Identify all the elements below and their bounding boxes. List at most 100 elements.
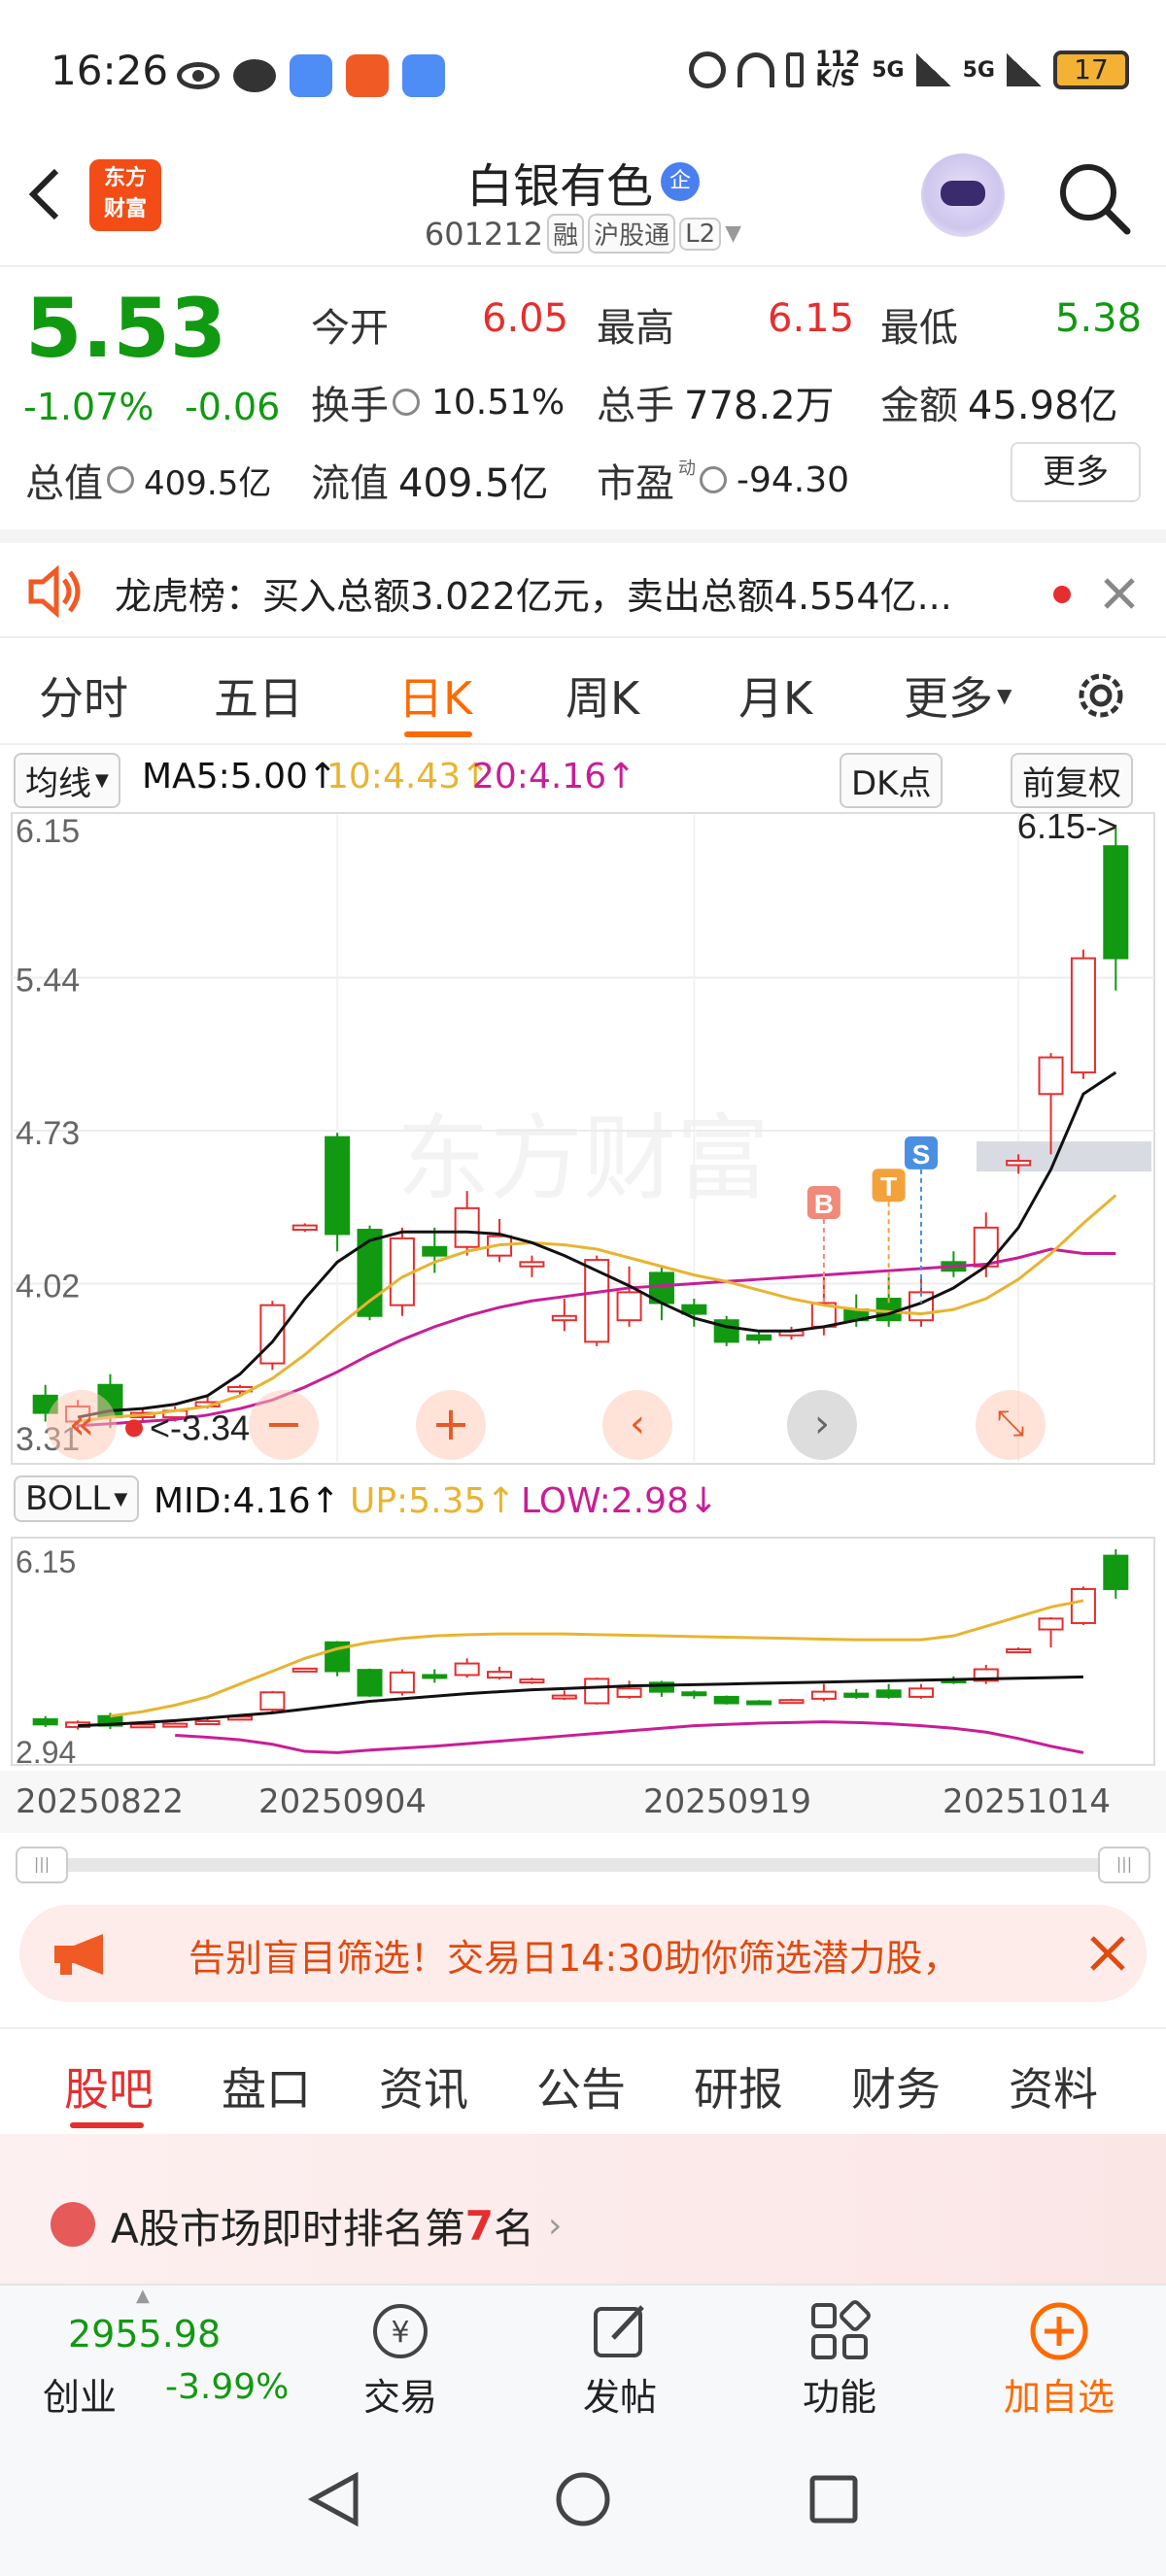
news-text[interactable]: 龙虎榜：买入总额3.022亿元，卖出总额4.554亿... (115, 566, 952, 620)
tab-forum[interactable]: 股吧 (64, 2054, 154, 2118)
functions-button[interactable]: 功能 (762, 2299, 917, 2421)
boll-chart-area[interactable]: 6.15 2.94 (0, 1534, 1166, 1771)
boll-candle-body (1070, 1587, 1096, 1624)
trade-label: 交易 (362, 2376, 437, 2419)
float-value: 409.5亿 (398, 461, 549, 506)
info-icon[interactable] (107, 466, 134, 493)
date-tick: 20251014 (943, 1782, 1112, 1821)
candle-body (454, 1206, 480, 1248)
ma-select[interactable]: 均线 ▼ (14, 753, 120, 808)
candle-body (1070, 957, 1096, 1074)
boll-candle-body (681, 1691, 707, 1697)
tab-intraday[interactable]: 分时 (39, 663, 128, 728)
nav-home-icon[interactable] (554, 2470, 612, 2528)
tab-announcements[interactable]: 公告 (536, 2054, 626, 2118)
search-icon (1060, 164, 1131, 235)
y-tick-label: 5.44 (16, 963, 80, 1000)
close-icon[interactable] (1088, 1934, 1127, 1973)
candle-body (325, 1135, 351, 1236)
k-chart-area[interactable]: 东方财富 6.15 5.44 4.73 4.02 3.31 6.15-> <-3.34 B T S… (0, 807, 1166, 1470)
nav-back-icon[interactable] (307, 2470, 361, 2528)
post-label: 发帖 (582, 2376, 657, 2419)
k-chart[interactable]: 东方财富 6.155.444.734.023.316.15-><-3.34BTS (0, 807, 1166, 1470)
chevron-right-button[interactable]: › (787, 1390, 857, 1460)
fullscreen-button[interactable]: ⤡ (976, 1390, 1046, 1460)
low-value: 5.38 (1055, 296, 1143, 341)
period-tabs: 分时 五日 日K 周K 月K 更多 ▼ (0, 638, 1166, 745)
dropdown-icon[interactable]: ▼ (725, 221, 741, 246)
promo-text: 告别盲目筛选！交易日14:30助你筛选潜力股， (189, 1937, 960, 1980)
index-change[interactable]: -3.99% (165, 2367, 289, 2407)
signal-5g-2: 5G (962, 57, 995, 83)
tab-more[interactable]: 更多 ▼ (904, 663, 1012, 728)
robot-assistant-icon[interactable] (921, 153, 1005, 237)
boll-y-tick-label: 6.15 (16, 1544, 76, 1579)
rank-text: A股市场即时排名第 7 名 › (111, 2196, 562, 2255)
boll-low: LOW:2.98↓ (521, 1481, 719, 1521)
yen-trade-icon: ¥ (373, 2304, 428, 2358)
scroll-handle-right[interactable]: ||| (1098, 1847, 1150, 1883)
boll-candle-body (810, 1690, 837, 1700)
index-name[interactable]: 创业 (43, 2367, 117, 2421)
scroll-track[interactable] (16, 1858, 1150, 1872)
tab-monthly-k[interactable]: 月K (738, 663, 812, 728)
net-speed: 112 K/S (815, 50, 860, 91)
mktcap-label: 总值 (25, 461, 103, 506)
volume-group: 总手 778.2万 (597, 374, 835, 430)
section-tabs: 股吧 盘口 资讯 公告 研报 财务 资料 (0, 2027, 1166, 2134)
unread-dot (1053, 586, 1071, 603)
tab-financials[interactable]: 财务 (851, 2054, 941, 2118)
boll-candle-body (713, 1695, 739, 1705)
info-icon[interactable] (393, 389, 420, 416)
tab-research[interactable]: 研报 (694, 2054, 783, 2118)
status-time: 16:26 (51, 47, 169, 94)
tab-five-day[interactable]: 五日 (214, 663, 303, 728)
boll-chart[interactable]: 6.15 2.94 (0, 1534, 1166, 1771)
tab-order-book[interactable]: 盘口 (222, 2054, 311, 2118)
net-speed-unit: K/S (815, 67, 856, 91)
gear-icon[interactable] (1073, 667, 1129, 724)
dropdown-icon: ▼ (114, 1488, 128, 1509)
boll-mid: MID:4.16↑ (154, 1481, 340, 1521)
indicator-select[interactable]: BOLL ▼ (14, 1475, 140, 1522)
rank-card[interactable]: A股市场即时排名第 7 名 › (0, 2134, 1166, 2284)
promo-banner[interactable]: 告别盲目筛选！交易日14:30助你筛选潜力股， (19, 1905, 1147, 2002)
search-button[interactable] (1055, 159, 1133, 241)
tab-daily-k[interactable]: 日K (398, 663, 472, 728)
tab-weekly-k[interactable]: 周K (566, 663, 639, 728)
range-scrollbar[interactable]: ||| ||| (0, 1833, 1166, 1891)
zoom-out-button[interactable]: − (249, 1390, 319, 1460)
tab-profile[interactable]: 资料 (1009, 2054, 1098, 2118)
info-icon[interactable] (700, 466, 727, 493)
dropdown-icon: ▼ (997, 684, 1012, 707)
add-watchlist-button[interactable]: 加自选 (981, 2299, 1137, 2421)
candle-body (551, 1314, 577, 1322)
indicator-select-label: BOLL (25, 1479, 111, 1518)
boll-candle-body (1038, 1617, 1064, 1631)
boll-candle-body (194, 1719, 221, 1725)
dk-button[interactable]: DK点 (840, 753, 943, 808)
news-bar[interactable]: 龙虎榜：买入总额3.022亿元，卖出总额4.554亿... (0, 529, 1166, 638)
connect-tag: 沪股通 (588, 214, 676, 254)
zoom-in-button[interactable]: + (416, 1390, 486, 1460)
boll-candle-body (389, 1671, 415, 1694)
trade-button[interactable]: ¥ 交易 (323, 2299, 478, 2421)
candle-body (259, 1304, 286, 1365)
vibrate-icon (786, 52, 805, 87)
nav-recents-icon[interactable] (805, 2470, 863, 2528)
adjust-mode-button[interactable]: 前复权 (1011, 753, 1133, 808)
post-button[interactable]: 发帖 (542, 2299, 698, 2421)
tab-more-label: 更多 (904, 672, 993, 725)
close-icon[interactable] (1100, 574, 1139, 613)
megaphone-icon (54, 1934, 103, 1975)
more-button[interactable]: 更多 (1011, 442, 1141, 502)
expand-up-icon[interactable]: ▲ (136, 2286, 150, 2306)
chart-scroll-left-button[interactable]: « (47, 1390, 117, 1460)
index-value[interactable]: 2955.98 (68, 2313, 221, 2356)
grid-icon (811, 2300, 871, 2359)
scroll-handle-left[interactable]: ||| (16, 1847, 68, 1883)
tab-news[interactable]: 资讯 (379, 2054, 468, 2118)
alarm-icon (689, 51, 727, 88)
boll-candle-body (357, 1669, 383, 1697)
chevron-left-button[interactable]: ‹ (602, 1390, 672, 1460)
